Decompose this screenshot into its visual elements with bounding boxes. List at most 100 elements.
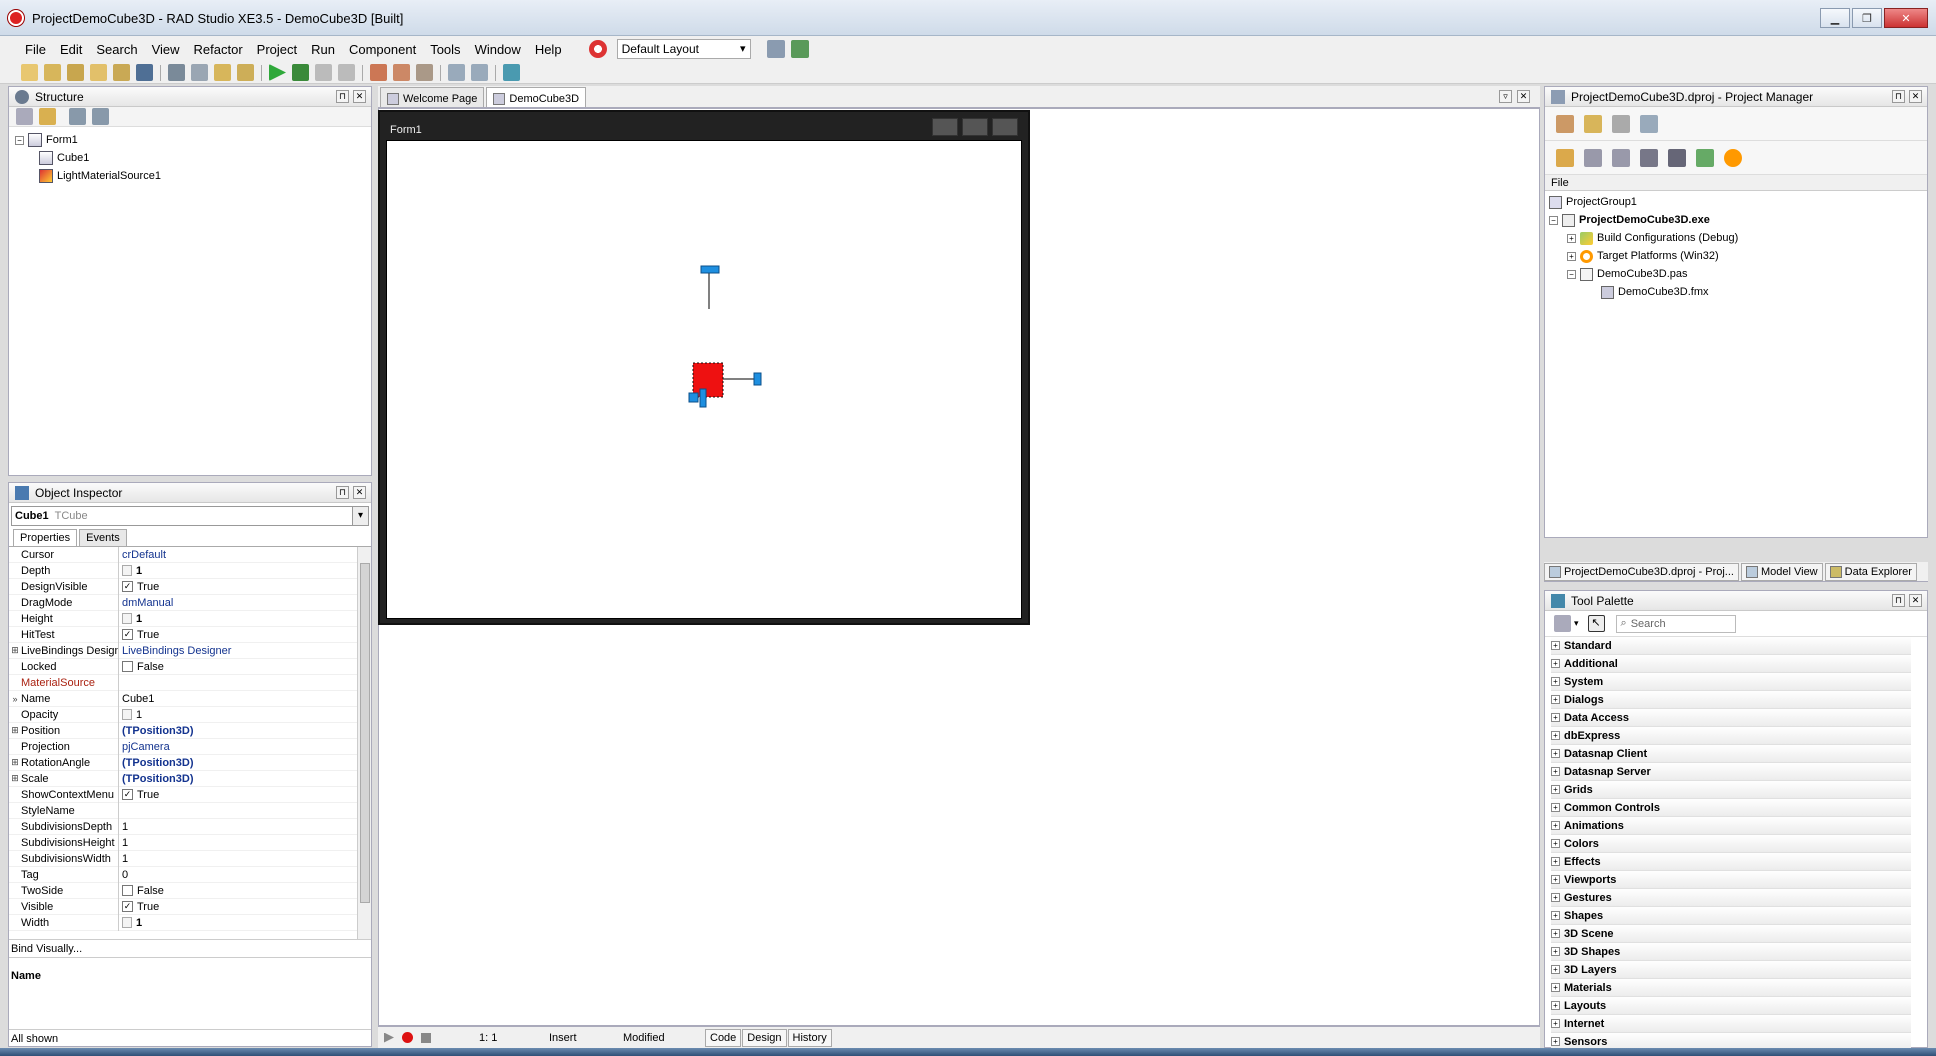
tree-node-project[interactable]: − ProjectDemoCube3D.exe: [1549, 211, 1923, 229]
sync-icon[interactable]: [1556, 148, 1574, 167]
palette-category[interactable]: + Additional: [1551, 655, 1911, 673]
run-icon[interactable]: [269, 64, 286, 81]
chevron-down-icon[interactable]: ▾: [1574, 618, 1579, 629]
add-to-project-icon[interactable]: [214, 64, 231, 81]
pause-icon[interactable]: [315, 64, 332, 81]
help-contents-icon[interactable]: [503, 64, 520, 81]
stepper-icon[interactable]: [122, 613, 132, 625]
collapse-icon[interactable]: [39, 108, 56, 125]
menu-tools[interactable]: Tools: [423, 42, 467, 57]
tab-events[interactable]: Events: [79, 529, 127, 546]
deploy-icon[interactable]: [1696, 148, 1714, 167]
open-icon[interactable]: [90, 64, 107, 81]
menu-refactor[interactable]: Refactor: [187, 42, 250, 57]
pin-icon[interactable]: ⊓: [336, 90, 349, 103]
checkbox-unchecked[interactable]: [122, 661, 133, 673]
maximize-button[interactable]: ❐: [1852, 8, 1882, 28]
palette-category[interactable]: + Layouts: [1551, 997, 1911, 1015]
palette-category[interactable]: + Common Controls: [1551, 799, 1911, 817]
expand-icon[interactable]: ⊞: [9, 725, 21, 736]
tree-node-build-configs[interactable]: + Build Configurations (Debug): [1549, 229, 1923, 247]
tab-democube3d[interactable]: DemoCube3D: [486, 87, 587, 107]
minimize-button[interactable]: ▁: [1820, 8, 1850, 28]
tab-code[interactable]: Code: [705, 1028, 742, 1047]
palette-category[interactable]: + Grids: [1551, 781, 1911, 799]
stop-macro-icon[interactable]: [421, 1032, 431, 1043]
prop-row-materialsource[interactable]: MaterialSource: [9, 674, 371, 691]
prop-row-designvisible[interactable]: DesignVisible ✓ True: [9, 578, 371, 595]
layout-select[interactable]: Default Layout: [616, 39, 751, 59]
pin-icon[interactable]: ⊓: [1892, 90, 1905, 103]
close-all-icon[interactable]: [191, 64, 208, 81]
stepper-icon[interactable]: [122, 709, 132, 721]
palette-category[interactable]: + Colors: [1551, 835, 1911, 853]
palette-category[interactable]: +3D Shapes: [1551, 943, 1911, 961]
record-macro-icon[interactable]: [402, 1032, 413, 1043]
menu-component[interactable]: Component: [342, 42, 423, 57]
new-items-icon[interactable]: [44, 64, 61, 81]
open-project-icon[interactable]: [67, 64, 84, 81]
run-to-cursor-icon[interactable]: [416, 64, 433, 81]
stepper-icon[interactable]: [122, 565, 132, 577]
palette-category[interactable]: + Animations: [1551, 817, 1911, 835]
new-icon[interactable]: [21, 64, 38, 81]
prop-row-subdivisionsdepth[interactable]: SubdivisionsDepth 1: [9, 818, 371, 835]
prop-row-rotationangle[interactable]: ⊞ RotationAngle (TPosition3D): [9, 754, 371, 771]
palette-category[interactable]: + Internet: [1551, 1015, 1911, 1033]
view-icon[interactable]: [1640, 148, 1658, 167]
cube1-object[interactable]: [692, 362, 724, 398]
prop-row-visible[interactable]: Visible ✓ True: [9, 898, 371, 915]
stepper-icon[interactable]: [122, 917, 132, 929]
remove-from-project-icon[interactable]: [237, 64, 254, 81]
tree-node-form[interactable]: DemoCube3D.fmx: [1549, 283, 1923, 301]
menu-view[interactable]: View: [145, 42, 187, 57]
prop-row-subdivisionswidth[interactable]: SubdivisionsWidth 1: [9, 850, 371, 867]
run-without-debug-icon[interactable]: [292, 64, 309, 81]
prop-row-twoside[interactable]: TwoSide False: [9, 882, 371, 899]
refresh-icon[interactable]: [1724, 148, 1742, 167]
form-minimize-button[interactable]: [932, 118, 958, 136]
close-button[interactable]: ✕: [1884, 8, 1928, 28]
palette-category[interactable]: + Effects: [1551, 853, 1911, 871]
expand-icon[interactable]: ⊞: [9, 645, 21, 656]
close-icon[interactable]: ✕: [353, 486, 366, 499]
palette-category[interactable]: + Standard: [1551, 637, 1911, 655]
play-macro-icon[interactable]: [384, 1032, 394, 1043]
prop-row-name[interactable]: » Name Cube1: [9, 690, 371, 707]
chevron-down-icon[interactable]: ▾: [352, 507, 368, 525]
options-icon[interactable]: [1640, 114, 1658, 133]
palette-category[interactable]: + Gestures: [1551, 889, 1911, 907]
tab-history[interactable]: History: [787, 1028, 832, 1047]
palette-category[interactable]: + Materials: [1551, 979, 1911, 997]
expand-node-icon[interactable]: +: [1567, 251, 1576, 261]
menu-project[interactable]: Project: [250, 42, 304, 57]
collapse-node-icon[interactable]: −: [1567, 269, 1576, 279]
palette-search-input[interactable]: ⌕ Search: [1615, 614, 1736, 633]
prop-row-stylename[interactable]: StyleName: [9, 802, 371, 819]
palette-category[interactable]: + Datasnap Client: [1551, 745, 1911, 763]
form-client-area[interactable]: [386, 140, 1022, 619]
layout-icon[interactable]: [588, 40, 607, 58]
object-selector[interactable]: Cube1 TCube ▾: [11, 506, 369, 526]
form1-window[interactable]: Form1: [378, 110, 1030, 625]
add-icon[interactable]: [1584, 114, 1602, 133]
tree-node-lightmaterialsource1[interactable]: LightMaterialSource1: [15, 167, 365, 185]
menu-run[interactable]: Run: [304, 42, 342, 57]
close-tab-icon[interactable]: ✕: [1517, 90, 1530, 103]
tree-node-projectgroup[interactable]: ProjectGroup1: [1549, 193, 1923, 211]
prop-row-showcontextmenu[interactable]: ShowContextMenu ✓ True: [9, 786, 371, 803]
pin-icon[interactable]: ⊓: [1892, 594, 1905, 607]
palette-category[interactable]: + System: [1551, 673, 1911, 691]
prop-row-projection[interactable]: Projection pjCamera: [9, 738, 371, 755]
forward-icon[interactable]: [471, 64, 488, 81]
prop-row-dragmode[interactable]: DragMode dmManual: [9, 594, 371, 611]
activate-icon[interactable]: [1556, 114, 1574, 133]
form-close-button[interactable]: [992, 118, 1018, 136]
tab-model-view[interactable]: Model View: [1740, 562, 1823, 581]
save-all-icon[interactable]: [168, 64, 185, 81]
pin-icon[interactable]: ⊓: [336, 486, 349, 499]
prop-row-height[interactable]: Height 1: [9, 610, 371, 627]
close-icon[interactable]: ✕: [1909, 594, 1922, 607]
prop-row-livebindings[interactable]: ⊞LiveBindings DesignerLiveBindings Desig…: [9, 642, 371, 659]
checkbox-checked[interactable]: ✓: [122, 789, 133, 801]
